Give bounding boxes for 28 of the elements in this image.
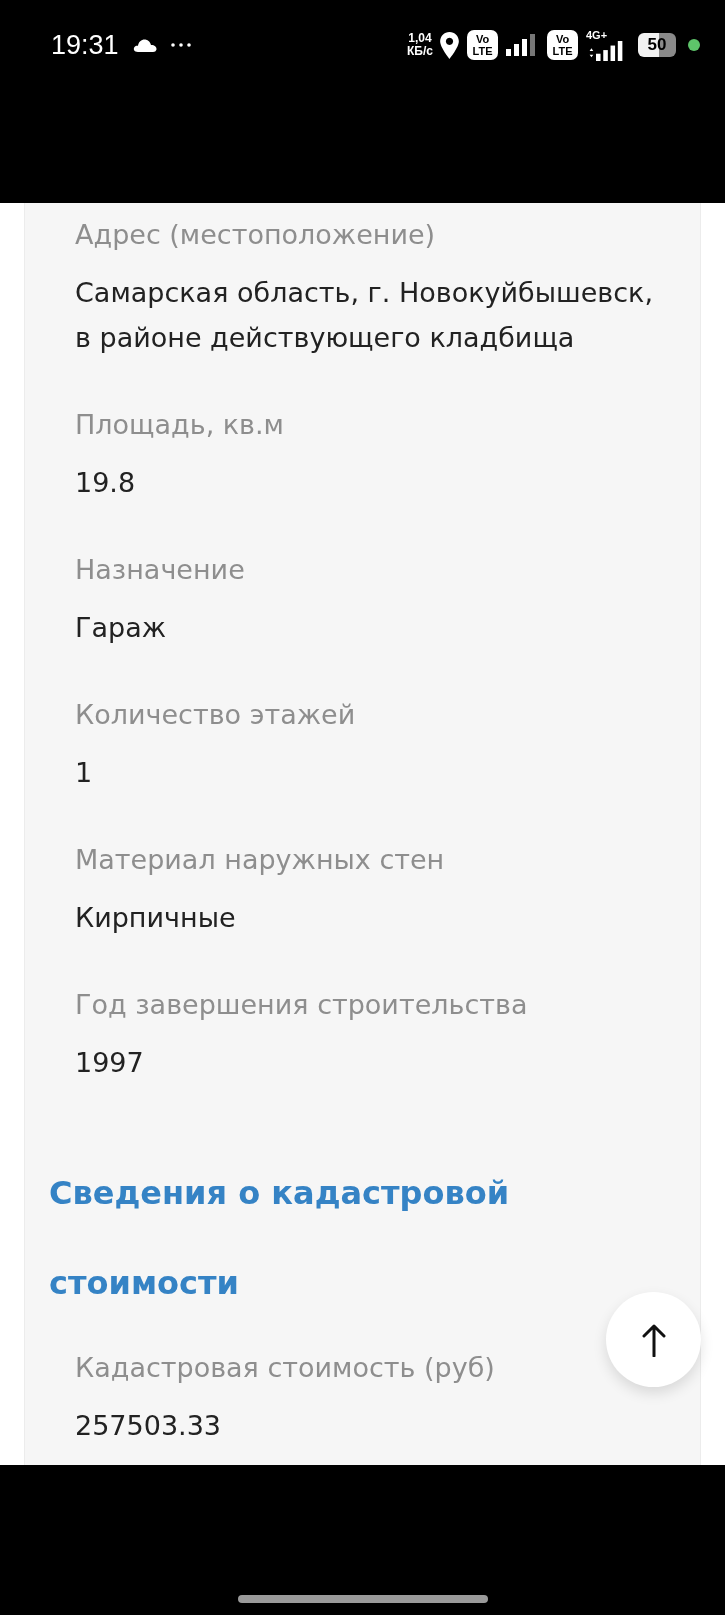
more-dots-icon — [170, 43, 191, 47]
battery-indicator: 50 — [638, 33, 676, 57]
field-value: 1997 — [75, 1046, 144, 1080]
field-label: Назначение — [75, 553, 245, 587]
field-label: Год завершения строительства — [75, 988, 528, 1022]
field-value: 257503.33 — [75, 1409, 221, 1443]
field-value: Гараж — [75, 611, 167, 645]
speed-value: 1,04 — [408, 32, 432, 45]
status-dot-icon — [688, 39, 700, 51]
field-label: Количество этажей — [75, 698, 356, 732]
clock-time: 19:31 — [51, 29, 119, 62]
arrow-up-icon — [641, 1322, 666, 1357]
speed-unit: КБ/с — [407, 45, 433, 58]
signal-icon — [506, 34, 538, 56]
cloud-icon — [132, 38, 157, 52]
section-heading: Сведения о кадастровой стоимости — [49, 1173, 511, 1304]
field-value: Самарская область, г. Новокуйбышевск, в районе действующего кладбища — [75, 276, 654, 355]
field-value: 1 — [75, 756, 93, 790]
field-label: Кадастровая стоимость (руб) — [75, 1351, 495, 1385]
network-type: 4G+ — [586, 29, 608, 41]
field-label: Адрес (местоположение) — [75, 218, 436, 252]
field-value: 19.8 — [75, 466, 136, 500]
field-label: Площадь, кв.м — [75, 408, 284, 442]
field-value: Кирпичные — [75, 901, 236, 935]
location-pin-icon — [440, 31, 459, 59]
volte-badge: Vo LTE — [467, 30, 498, 60]
volte-badge: Vo LTE — [547, 30, 578, 60]
field-label: Материал наружных стен — [75, 843, 445, 877]
